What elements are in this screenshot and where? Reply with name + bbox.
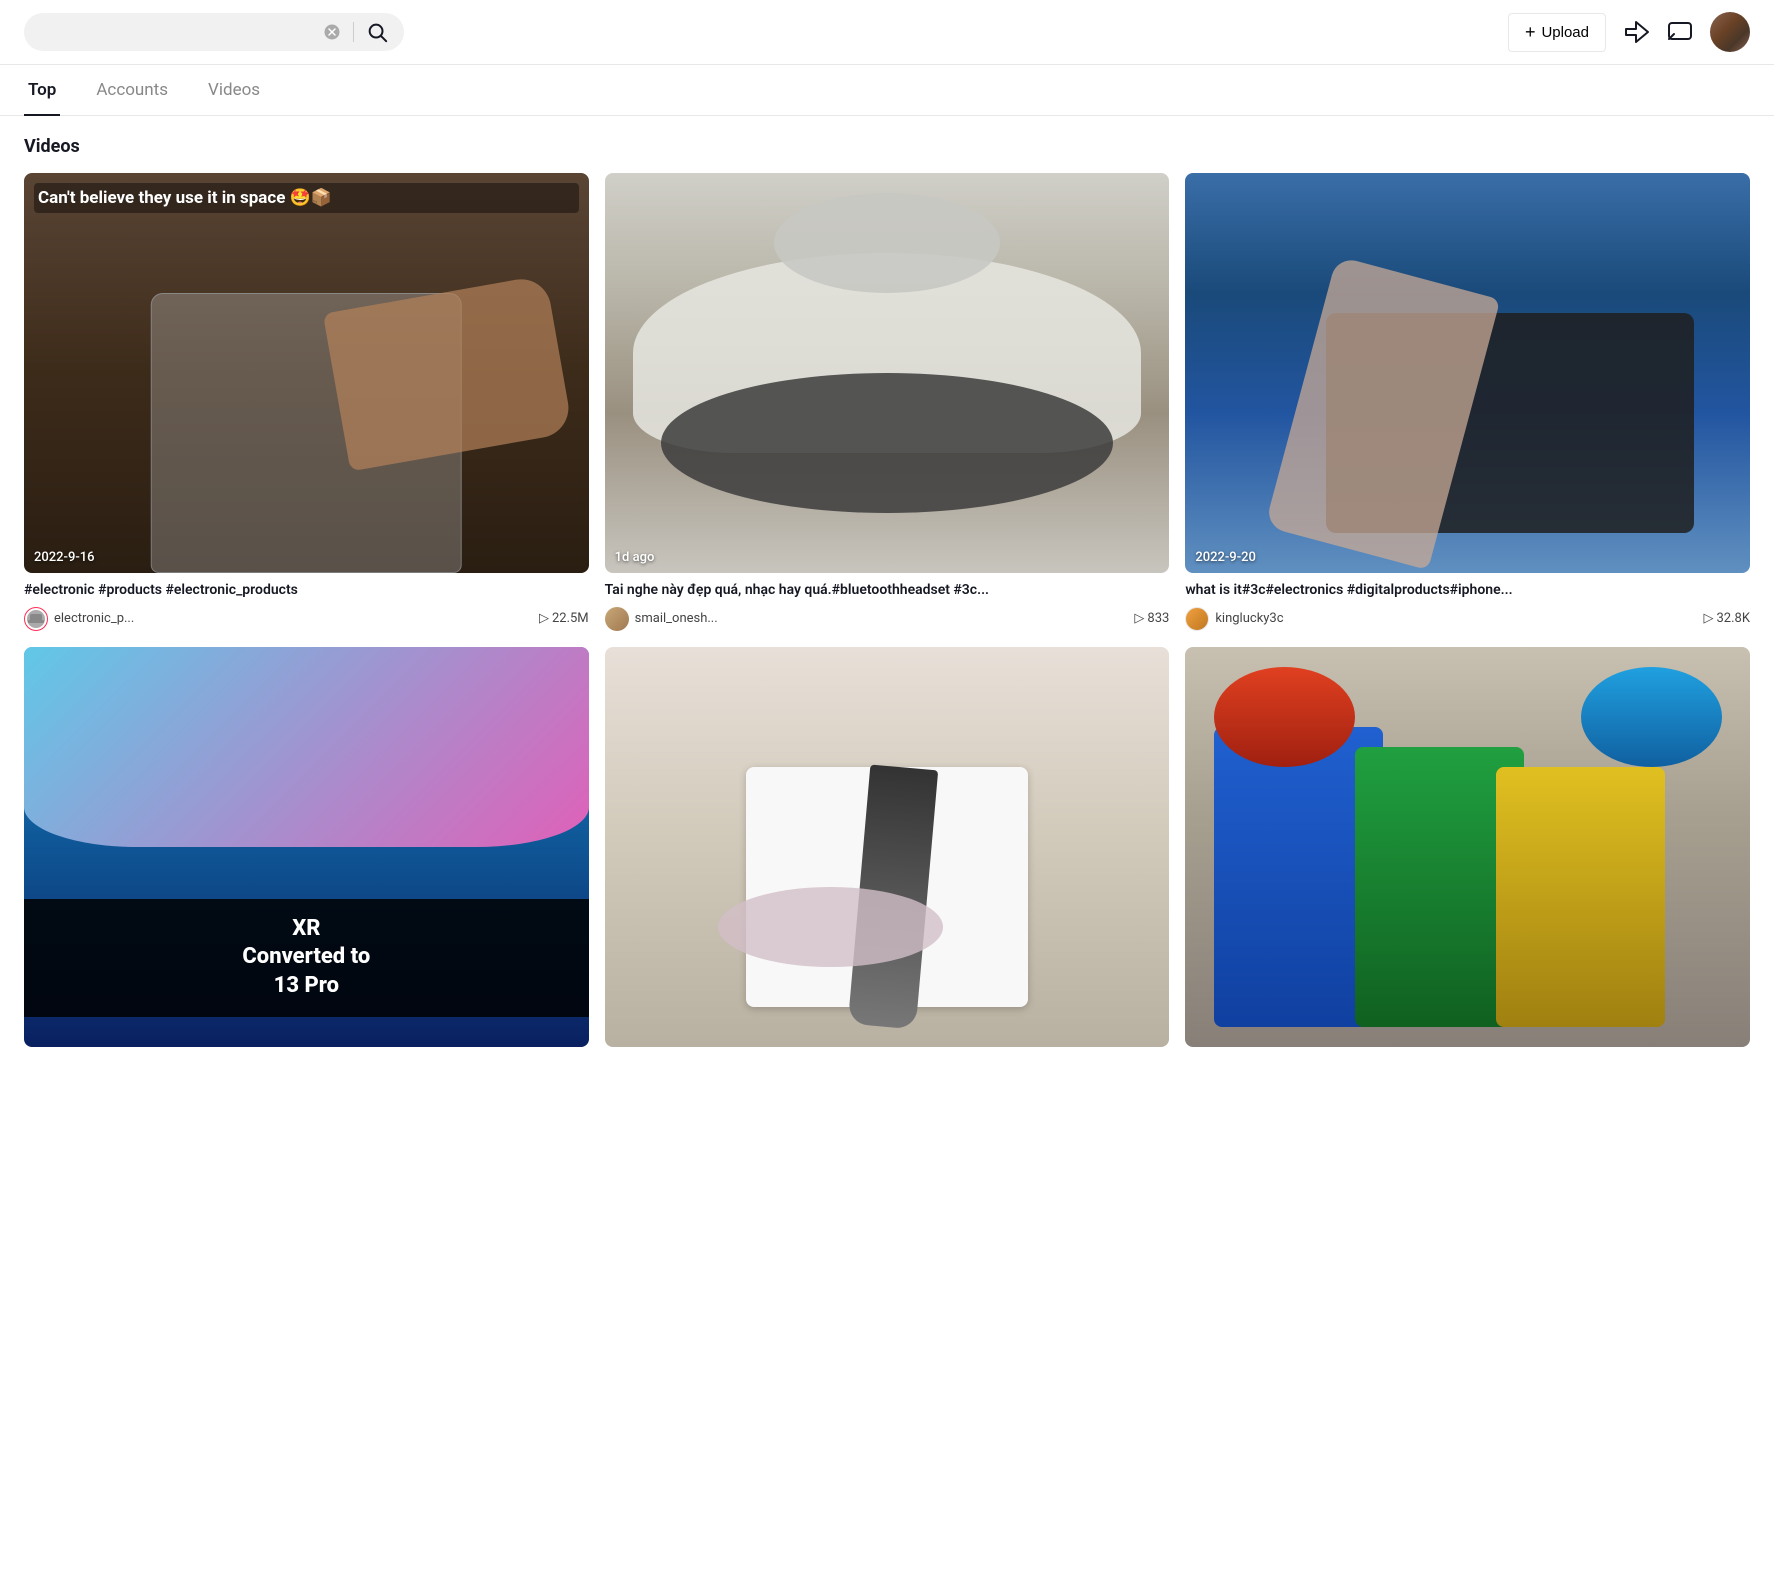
video-info-1: #electronic #products #electronic_produc… xyxy=(24,581,589,631)
video-card-1[interactable]: Can't believe they use it in space 🤩📦 20… xyxy=(24,173,589,631)
play-icon-1: ▷ xyxy=(539,611,549,626)
play-count-2: ▷ 833 xyxy=(1134,611,1169,626)
author-avatar-3 xyxy=(1185,607,1209,631)
overlay-converted: Converted to xyxy=(242,944,370,969)
video-timestamp-2: 1d ago xyxy=(615,550,655,565)
overlay-13pro: 13 Pro xyxy=(274,973,339,998)
video-caption-2: Tai nghe này đẹp quá, nhạc hay quá.#blue… xyxy=(605,581,1170,601)
video-thumbnail-1: Can't believe they use it in space 🤩📦 20… xyxy=(24,173,589,573)
video-thumbnail-5 xyxy=(605,647,1170,1047)
search-input[interactable]: electronic product xyxy=(40,23,315,41)
upload-button[interactable]: + Upload xyxy=(1508,13,1606,52)
video-caption-3: what is it#3c#electronics #digitalproduc… xyxy=(1185,581,1750,601)
video-overlay-text-1: Can't believe they use it in space 🤩📦 xyxy=(34,183,579,213)
video-grid: Can't believe they use it in space 🤩📦 20… xyxy=(24,173,1750,1047)
upload-plus-icon: + xyxy=(1525,22,1536,43)
author-name-2: smail_onesh... xyxy=(635,611,1129,626)
content-area: Videos Can't believe they use it in spac… xyxy=(0,116,1774,1067)
video-meta-3: kinglucky3c ▷ 32.8K xyxy=(1185,607,1750,631)
video-meta-2: smail_onesh... ▷ 833 xyxy=(605,607,1170,631)
message-icon-button[interactable] xyxy=(1666,18,1694,46)
tab-accounts[interactable]: Accounts xyxy=(92,66,172,116)
video-card-5[interactable] xyxy=(605,647,1170,1047)
search-bar: electronic product xyxy=(24,13,404,51)
clear-search-button[interactable] xyxy=(323,23,341,41)
play-icon-3: ▷ xyxy=(1703,611,1713,626)
send-icon-button[interactable] xyxy=(1622,18,1650,46)
video-card-6[interactable] xyxy=(1185,647,1750,1047)
play-icon-2: ▷ xyxy=(1134,611,1144,626)
video-thumbnail-3: 2022-9-20 xyxy=(1185,173,1750,573)
video-info-3: what is it#3c#electronics #digitalproduc… xyxy=(1185,581,1750,631)
video-card-2[interactable]: 1d ago Tai nghe này đẹp quá, nhạc hay qu… xyxy=(605,173,1170,631)
video-meta-1: electronic_p... ▷ 22.5M xyxy=(24,607,589,631)
video-caption-1: #electronic #products #electronic_produc… xyxy=(24,581,589,601)
author-avatar-2 xyxy=(605,607,629,631)
author-avatar-ring-1 xyxy=(24,607,48,631)
video-thumbnail-6 xyxy=(1185,647,1750,1047)
video-card-3[interactable]: 2022-9-20 what is it#3c#electronics #dig… xyxy=(1185,173,1750,631)
avatar-image xyxy=(1710,12,1750,52)
upload-label: Upload xyxy=(1541,24,1589,41)
search-divider xyxy=(353,22,354,42)
video-timestamp-1: 2022-9-16 xyxy=(34,550,95,565)
video-thumbnail-2: 1d ago xyxy=(605,173,1170,573)
tab-top[interactable]: Top xyxy=(24,66,60,116)
author-avatar-inner-1 xyxy=(27,610,45,628)
avatar[interactable] xyxy=(1710,12,1750,52)
author-name-3: kinglucky3c xyxy=(1215,611,1697,626)
video-card-4[interactable]: XR Converted to 13 Pro xyxy=(24,647,589,1047)
tab-videos[interactable]: Videos xyxy=(204,66,264,116)
video-info-2: Tai nghe này đẹp quá, nhạc hay quá.#blue… xyxy=(605,581,1170,631)
video-thumbnail-4: XR Converted to 13 Pro xyxy=(24,647,589,1047)
overlay-xr: XR xyxy=(292,916,320,941)
video-timestamp-3: 2022-9-20 xyxy=(1195,550,1256,565)
header-actions: + Upload xyxy=(1508,12,1750,52)
videos-section-title: Videos xyxy=(24,136,1750,157)
play-count-1: ▷ 22.5M xyxy=(539,611,589,626)
tabs-bar: Top Accounts Videos xyxy=(0,65,1774,116)
video-overlay-text-4: XR Converted to 13 Pro xyxy=(24,899,589,1017)
search-submit-button[interactable] xyxy=(366,21,388,43)
author-name-1: electronic_p... xyxy=(54,611,533,626)
play-count-3: ▷ 32.8K xyxy=(1703,611,1750,626)
header: electronic product + Upload xyxy=(0,0,1774,65)
